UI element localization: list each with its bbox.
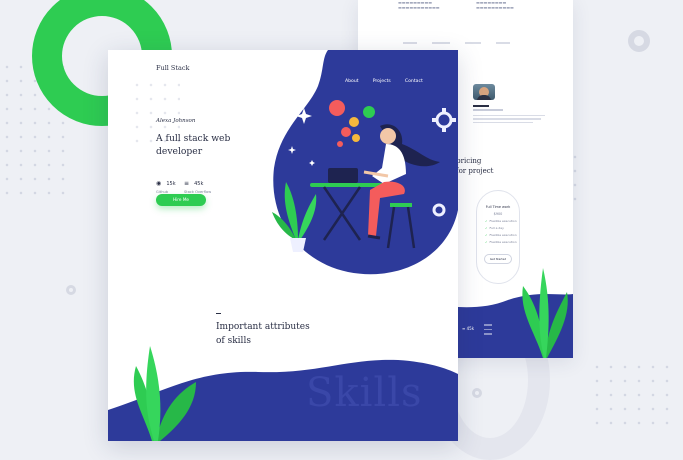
nav-link-about[interactable]: About [345, 79, 359, 84]
section-title-line2: of skills [216, 336, 251, 346]
check-icon: ✓ [485, 219, 488, 223]
back-top-text: ▬▬▬▬▬▬▬▬▬ ▬▬▬▬▬▬▬▬▬▬▬ [398, 0, 440, 10]
stack-overflow-icon: ≡ [184, 180, 190, 187]
front-page-mockup: Full Stack About Projects Contact Alexa … [108, 50, 458, 441]
back-footer-links [484, 324, 492, 335]
back-top-text: ▬▬▬▬▬▬▬▬ ▬▬▬▬▬▬▬▬▬▬ [476, 0, 514, 10]
person-illustration [363, 124, 440, 240]
section-title-line1: Important attributes [216, 322, 310, 332]
hero-illustration [272, 100, 456, 252]
stat-stack-overflow: ≡ 45k Stack Overflow [184, 180, 212, 194]
signature: Alexa Johnson [156, 118, 196, 124]
hero-headline-line2: developer [156, 145, 203, 157]
stack-overflow-icon: ≡ [462, 326, 466, 331]
bg-dot-grid [590, 360, 670, 430]
testimonial-text [473, 105, 553, 123]
pricing-card-title: Full Time work [485, 205, 511, 209]
check-icon: ✓ [485, 226, 488, 230]
pricing-card-price: $900 [493, 212, 503, 216]
nav-link-contact[interactable]: Contact [405, 79, 423, 84]
check-icon: ✓ [485, 233, 488, 237]
pricing-heading-line2: for project [456, 167, 494, 175]
sparkle-icon [288, 108, 315, 166]
pricing-feature: ✓ Flexible execution [485, 219, 517, 223]
top-nav: About Projects Contact [336, 67, 423, 86]
pricing-feature: ✓ Flexible execution [485, 240, 517, 244]
get-started-button[interactable]: Get Started [484, 254, 512, 264]
hero-headline: A full stack web developer [156, 133, 230, 158]
check-icon: ✓ [485, 240, 488, 244]
hire-me-button[interactable]: Hire Me [156, 194, 206, 206]
stat-github: ◉ 15k Github [156, 180, 176, 194]
plant-illustration [522, 268, 568, 358]
back-footer-stat: ≡ 45k [462, 326, 475, 331]
bg-small-ring [628, 30, 650, 52]
skill-bubbles [329, 100, 375, 147]
section-title: Important attributes of skills [216, 320, 310, 348]
potted-plant-illustration [272, 182, 317, 252]
github-icon: ◉ [156, 180, 162, 187]
pricing-feature: ✓ Flexible execution [485, 233, 517, 237]
skills-watermark: Skills [306, 370, 423, 416]
bg-small-ring [66, 285, 76, 295]
pricing-feature: ✓ Full a day [485, 226, 504, 230]
back-logo-row [403, 29, 533, 63]
hero-headline-line1: A full stack web [156, 133, 231, 144]
avatar [473, 84, 495, 100]
gear-icon [432, 108, 456, 132]
desk-illustration [310, 168, 416, 249]
brand-logo[interactable]: Full Stack [156, 64, 189, 72]
section-marker [216, 313, 221, 314]
leaf-illustration [133, 346, 196, 441]
nav-link-projects[interactable]: Projects [373, 79, 391, 84]
